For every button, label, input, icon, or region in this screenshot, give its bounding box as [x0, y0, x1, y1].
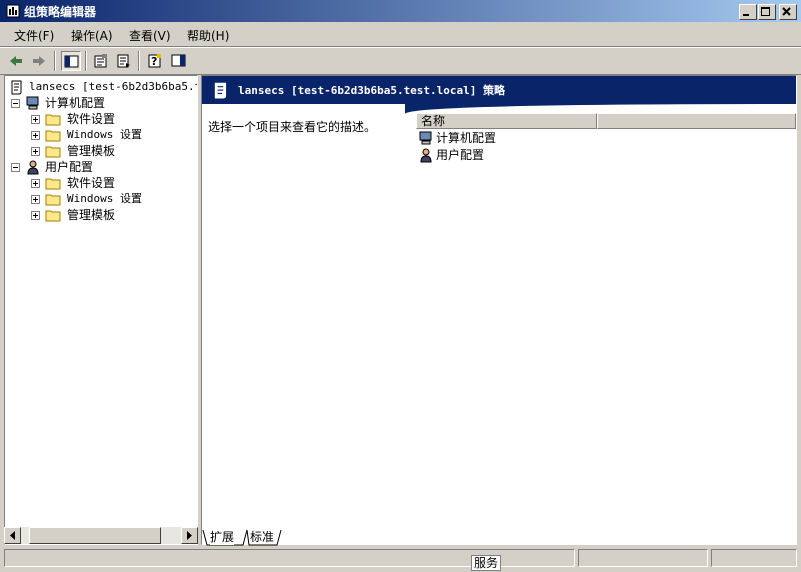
scroll-right-button[interactable]	[181, 527, 198, 544]
export-list-button[interactable]	[114, 51, 134, 71]
tree-item-label: Windows 设置	[67, 192, 142, 205]
tree-item-computer-windows[interactable]: Windows 设置	[31, 127, 191, 143]
tree-item-label: 计算机配置	[45, 96, 106, 110]
scroll-left-button[interactable]	[4, 527, 21, 544]
tree-item-computer-software[interactable]: 软件设置	[31, 111, 191, 127]
gpedit-icon	[6, 4, 20, 18]
menu-help[interactable]: 帮助(H)	[187, 27, 229, 44]
tree-item-computer-templates[interactable]: 管理模板	[31, 143, 191, 159]
scroll-thumb[interactable]	[29, 527, 161, 544]
help-button[interactable]: ?	[145, 51, 165, 71]
minimize-button[interactable]	[739, 4, 757, 20]
expand-toggle[interactable]	[31, 211, 40, 220]
tree-item-computer-config[interactable]: 计算机配置	[11, 95, 191, 111]
tab-standard[interactable]: 标准	[250, 529, 274, 545]
minimize-icon	[743, 14, 749, 16]
scroll-right-icon	[187, 531, 192, 540]
maximize-button[interactable]	[758, 4, 776, 20]
svg-text:?: ?	[151, 55, 157, 68]
toolbar: ?	[0, 47, 801, 75]
status-bar: 服务	[0, 547, 801, 572]
banner-title: lansecs [test-6b2d3b6ba5.test.local] 策略	[238, 84, 506, 97]
list-item-label: 用户配置	[436, 148, 485, 162]
computer-icon	[419, 131, 432, 145]
menu-view[interactable]: 查看(V)	[129, 27, 171, 44]
user-icon	[420, 148, 432, 163]
window-controls	[738, 4, 797, 20]
folder-icon	[45, 178, 61, 190]
toolbar-separator	[85, 51, 87, 71]
expand-toggle[interactable]	[31, 147, 40, 156]
folder-icon	[45, 194, 61, 206]
tree-item-label: 管理模板	[67, 144, 116, 158]
forward-button[interactable]	[29, 51, 49, 71]
tree-item-label: 用户配置	[45, 160, 94, 174]
properties-icon	[94, 54, 107, 68]
status-panel-3	[711, 549, 797, 567]
column-header-name[interactable]: 名称	[416, 113, 597, 129]
status-panel-2	[578, 549, 708, 567]
console-tree[interactable]: lansecs [test-6b2d3b6ba5.test.local] 策略 …	[4, 75, 198, 545]
policy-scroll-icon	[11, 80, 22, 95]
menu-action[interactable]: 操作(A)	[71, 27, 113, 44]
details-pane[interactable]: lansecs [test-6b2d3b6ba5.test.local] 策略 …	[201, 75, 797, 545]
properties-button[interactable]	[91, 51, 111, 71]
help-icon: ?	[148, 54, 161, 68]
menu-file[interactable]: 文件(F)	[14, 27, 54, 44]
back-button[interactable]	[6, 51, 26, 71]
close-button[interactable]	[779, 4, 797, 20]
tree-item-root[interactable]: lansecs [test-6b2d3b6ba5.test.local] 策略	[9, 79, 197, 95]
folder-icon	[45, 130, 61, 142]
folder-icon	[45, 146, 61, 158]
close-icon	[782, 7, 791, 16]
tree-item-label: 管理模板	[67, 208, 116, 222]
action-pane-icon	[171, 54, 186, 67]
view-tabs: 扩展 标准	[201, 529, 797, 547]
folder-icon	[45, 114, 61, 126]
status-label-services: 服务	[471, 555, 502, 571]
show-hide-tree-button[interactable]	[61, 51, 81, 71]
tree-item-user-windows[interactable]: Windows 设置	[31, 191, 191, 207]
details-banner: lansecs [test-6b2d3b6ba5.test.local] 策略	[202, 76, 796, 104]
tree-item-label: 软件设置	[67, 112, 116, 126]
list-header: 名称	[416, 113, 796, 129]
tab-extended[interactable]: 扩展	[210, 529, 235, 545]
policy-scroll-icon	[214, 82, 227, 99]
expand-toggle[interactable]	[31, 179, 40, 188]
user-icon	[27, 160, 39, 175]
back-arrow-icon	[10, 56, 22, 66]
tree-item-user-config[interactable]: 用户配置	[11, 159, 191, 175]
toolbar-separator	[138, 51, 140, 71]
column-header-empty[interactable]	[597, 113, 796, 129]
scroll-left-icon	[10, 531, 15, 540]
menu-bar: 文件(F) 操作(A) 查看(V) 帮助(H)	[0, 22, 801, 47]
forward-arrow-icon	[33, 56, 45, 66]
tree-horizontal-scrollbar[interactable]	[4, 527, 198, 544]
expand-toggle[interactable]	[31, 131, 40, 140]
tree-item-user-software[interactable]: 软件设置	[31, 175, 191, 191]
expand-toggle[interactable]	[31, 195, 40, 204]
expand-toggle[interactable]	[31, 115, 40, 124]
maximize-icon	[761, 7, 770, 16]
list-item-label: 计算机配置	[436, 131, 497, 145]
item-description: 选择一个项目来查看它的描述。	[208, 120, 377, 134]
tree-item-label: Windows 设置	[67, 128, 142, 141]
window-title: 组策略编辑器	[24, 5, 97, 19]
toolbar-separator	[54, 51, 56, 71]
computer-icon	[26, 96, 39, 110]
tree-item-user-templates[interactable]: 管理模板	[31, 207, 191, 223]
tree-item-label: lansecs [test-6b2d3b6ba5.test.local] 策略	[29, 80, 197, 93]
title-bar[interactable]: 组策略编辑器	[0, 0, 801, 22]
show-hide-action-pane-button[interactable]	[169, 51, 189, 71]
tree-item-label: 软件设置	[67, 176, 116, 190]
collapse-toggle[interactable]	[11, 99, 20, 108]
console-tree-icon	[64, 55, 79, 68]
folder-icon	[45, 210, 61, 222]
collapse-toggle[interactable]	[11, 163, 20, 172]
export-list-icon	[117, 54, 130, 68]
